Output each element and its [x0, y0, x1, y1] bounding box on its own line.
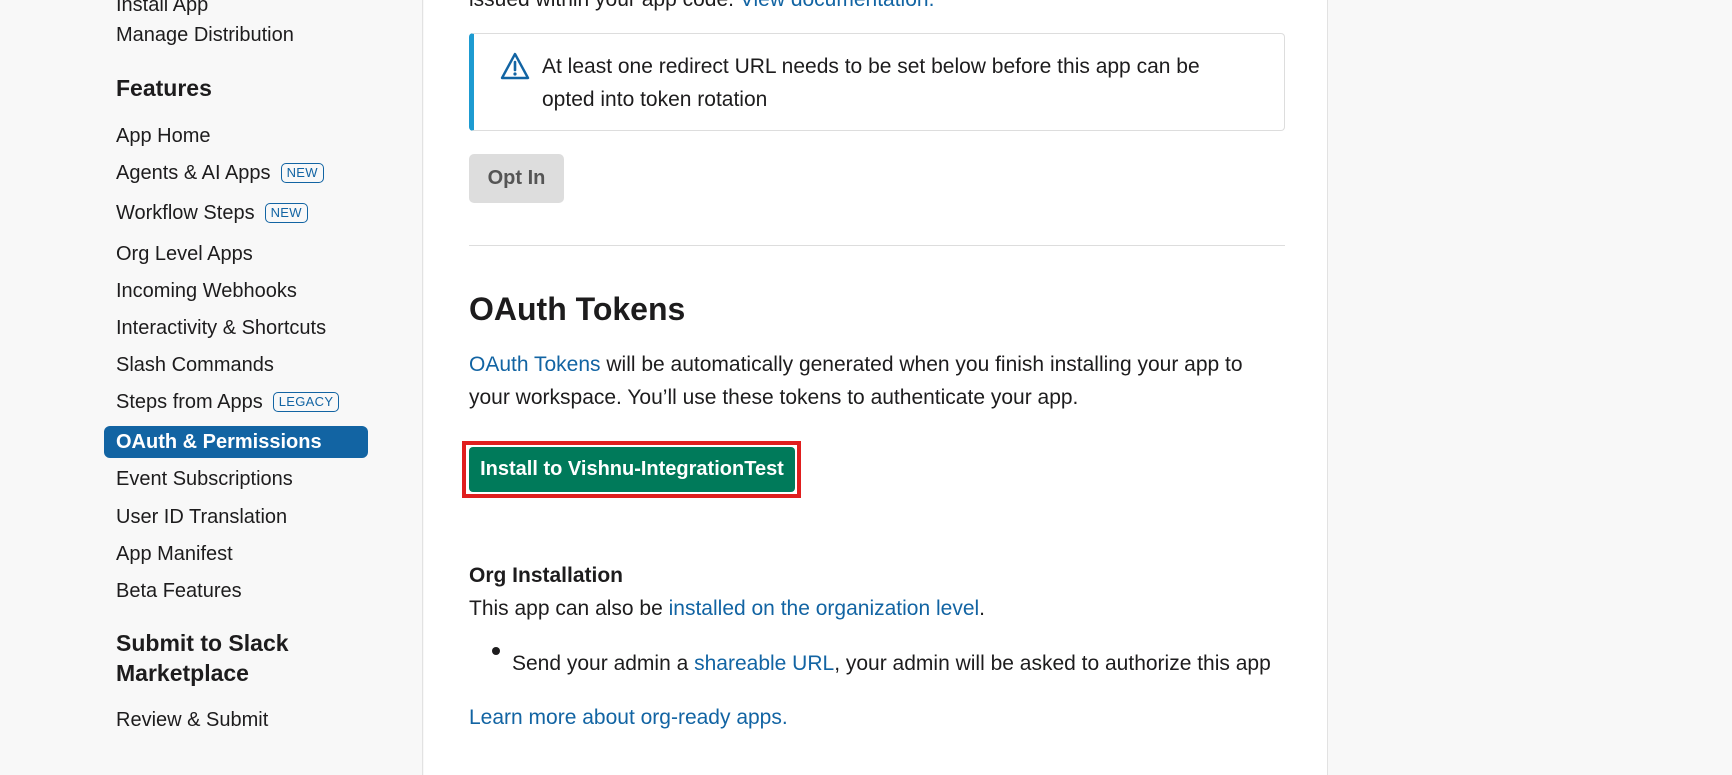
org-text-pre: This app can also be: [469, 597, 669, 620]
sidebar-item-agents-ai-apps[interactable]: Agents & AI Apps NEW: [116, 161, 324, 185]
oauth-tokens-heading: OAuth Tokens: [469, 291, 686, 327]
token-rotation-alert: At least one redirect URL needs to be se…: [469, 33, 1285, 131]
sidebar-item-app-home[interactable]: App Home: [116, 124, 211, 148]
bullet-text-pre: Send your admin a: [512, 652, 695, 675]
sidebar-heading-submit-marketplace: Submit to Slack Marketplace: [116, 630, 289, 686]
sidebar-item-install-app[interactable]: Install App: [116, 0, 208, 17]
org-level-link[interactable]: installed on the organization level: [669, 597, 980, 620]
sidebar-item-review-submit[interactable]: Review & Submit: [116, 708, 268, 732]
sidebar-item-workflow-steps[interactable]: Workflow Steps NEW: [116, 201, 308, 225]
list-bullet: [492, 647, 500, 655]
sidebar-item-user-id-translation[interactable]: User ID Translation: [116, 505, 287, 529]
sidebar-item-org-level-apps[interactable]: Org Level Apps: [116, 242, 253, 266]
top-text-line: issued within your app code. View docume…: [469, 0, 934, 16]
sidebar-item-app-manifest[interactable]: App Manifest: [116, 542, 233, 566]
legacy-badge: LEGACY: [272, 392, 340, 412]
bullet-text-post: , your admin will be asked to authorize …: [834, 652, 1271, 675]
oauth-tokens-description: OAuth Tokens will be automatically gener…: [469, 348, 1285, 414]
org-installation-heading: Org Installation: [469, 564, 624, 587]
sidebar-item-label: Agents & AI Apps: [116, 162, 271, 184]
view-documentation-link[interactable]: View documentation.: [740, 0, 935, 11]
alert-text: At least one redirect URL needs to be se…: [542, 55, 1200, 111]
sidebar-item-incoming-webhooks[interactable]: Incoming Webhooks: [116, 279, 297, 303]
list-item-shareable-url: Send your admin a shareable URL, your ad…: [512, 647, 1271, 680]
warning-triangle-icon: [500, 52, 530, 80]
sidebar-item-oauth-permissions[interactable]: OAuth & Permissions: [104, 426, 368, 458]
oauth-tokens-link[interactable]: OAuth Tokens: [469, 353, 601, 376]
sidebar-item-interactivity-shortcuts[interactable]: Interactivity & Shortcuts: [116, 316, 326, 340]
install-to-workspace-button[interactable]: Install to Vishnu-IntegrationTest: [469, 447, 795, 492]
sidebar-item-beta-features[interactable]: Beta Features: [116, 579, 242, 603]
learn-more-org-ready-link[interactable]: Learn more about org-ready apps.: [469, 701, 788, 734]
sidebar-heading-features: Features: [116, 75, 212, 101]
shareable-url-link[interactable]: shareable URL: [694, 652, 834, 675]
sidebar-item-event-subscriptions[interactable]: Event Subscriptions: [116, 467, 293, 491]
sidebar-item-manage-distribution[interactable]: Manage Distribution: [116, 23, 294, 47]
org-installation-text: This app can also be installed on the or…: [469, 592, 985, 625]
org-text-post: .: [979, 597, 986, 620]
sidebar-item-label: Steps from Apps: [116, 391, 263, 413]
sidebar: Install App Manage Distribution Features…: [0, 0, 423, 775]
new-badge: NEW: [280, 163, 324, 183]
section-divider: [469, 245, 1285, 246]
new-badge: NEW: [264, 203, 308, 223]
opt-in-button[interactable]: Opt In: [469, 154, 564, 203]
sidebar-item-steps-from-apps[interactable]: Steps from Apps LEGACY: [116, 390, 340, 414]
top-text: issued within your app code.: [469, 0, 734, 11]
sidebar-item-slash-commands[interactable]: Slash Commands: [116, 353, 274, 377]
main-content: issued within your app code. View docume…: [424, 0, 1328, 775]
sidebar-item-label: Workflow Steps: [116, 202, 255, 224]
